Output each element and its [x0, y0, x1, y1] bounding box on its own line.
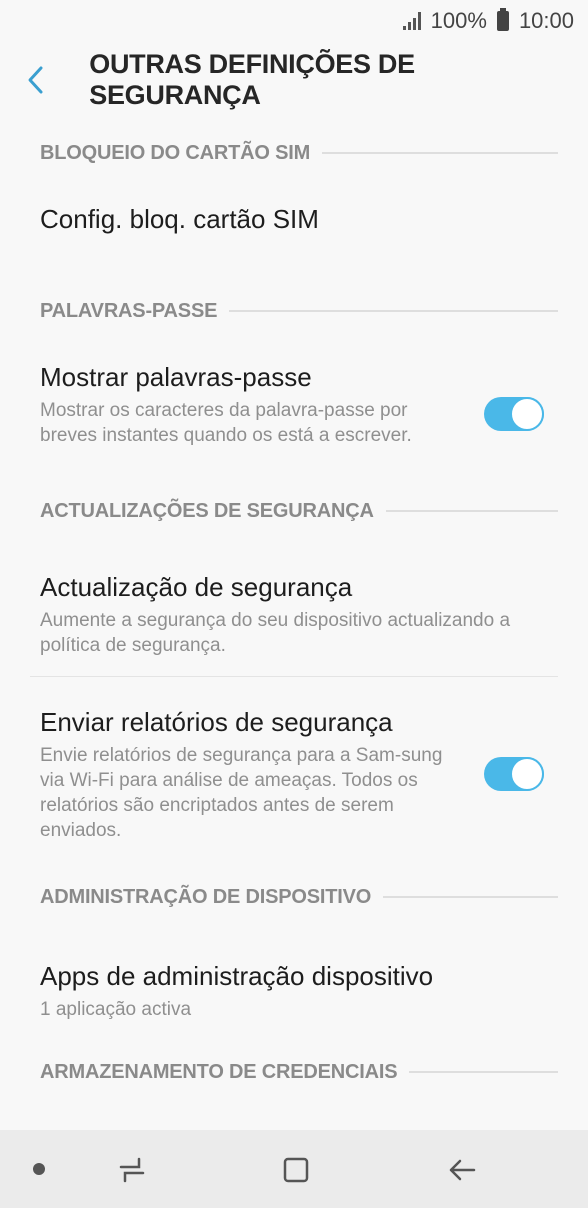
section-sim-lock: BLOQUEIO DO CARTÃO SIM	[0, 118, 588, 188]
item-title: Config. bloq. cartão SIM	[40, 204, 319, 234]
signal-icon	[402, 12, 421, 30]
home-button[interactable]	[276, 1150, 316, 1190]
section-credential-storage: ARMAZENAMENTO DE CREDENCIAIS	[0, 1047, 588, 1097]
send-reports-setting[interactable]: Enviar relatórios de segurança Envie rel…	[0, 677, 588, 877]
toggle-knob	[510, 397, 544, 431]
section-divider	[385, 510, 558, 512]
item-subtitle: Aumente a segurança do seu dispositivo a…	[40, 610, 511, 656]
item-subtitle: Envie relatórios de segurança para a Sam…	[40, 745, 443, 841]
item-title: Actualização de segurança	[40, 572, 353, 602]
item-subtitle: Mostrar os caracteres da palavra-passe p…	[40, 400, 412, 446]
app-header: OUTRAS DEFINIÇÕES DE SEGURANÇA	[0, 42, 588, 118]
battery-icon	[496, 8, 509, 31]
section-passwords: PALAVRAS-PASSE	[0, 276, 588, 346]
section-label: ACTUALIZAÇÕES DE SEGURANÇA	[40, 499, 374, 522]
item-title: Apps de administração dispositivo	[40, 961, 434, 991]
section-label: BLOQUEIO DO CARTÃO SIM	[40, 141, 311, 164]
section-label: ADMINISTRAÇÃO DE DISPOSITIVO	[40, 885, 372, 908]
section-label: PALAVRAS-PASSE	[40, 299, 218, 322]
send-reports-toggle[interactable]	[484, 757, 544, 791]
back-button[interactable]	[0, 42, 69, 118]
sim-lock-setting[interactable]: Config. bloq. cartão SIM	[0, 188, 588, 276]
page-title: OUTRAS DEFINIÇÕES DE SEGURANÇA	[89, 49, 415, 110]
section-label: ARMAZENAMENTO DE CREDENCIAIS	[40, 1060, 398, 1083]
chevron-left-icon	[28, 66, 43, 94]
section-divider	[322, 152, 558, 154]
home-icon	[283, 1157, 309, 1183]
back-arrow-icon	[449, 1159, 476, 1181]
nav-back-button[interactable]	[442, 1150, 482, 1190]
screen: 100% 10:00 OUTRAS DEFINIÇÕES DE SEGURANÇ…	[0, 0, 588, 1208]
settings-list[interactable]: BLOQUEIO DO CARTÃO SIM Config. bloq. car…	[0, 118, 588, 1130]
section-device-admin: ADMINISTRAÇÃO DE DISPOSITIVO	[0, 877, 588, 917]
section-divider	[409, 1071, 558, 1073]
status-bar: 100% 10:00	[0, 0, 588, 42]
item-title: Mostrar palavras-passe	[40, 362, 312, 392]
show-passwords-setting[interactable]: Mostrar palavras-passe Mostrar os caract…	[0, 346, 588, 486]
recents-button[interactable]	[112, 1150, 152, 1190]
show-passwords-toggle[interactable]	[484, 397, 544, 431]
navigation-bar	[0, 1130, 588, 1208]
device-admin-setting[interactable]: Apps de administração dispositivo 1 apli…	[0, 917, 588, 1047]
clock: 10:00	[518, 8, 574, 33]
section-security-updates: ACTUALIZAÇÕES DE SEGURANÇA	[0, 486, 588, 536]
toggle-knob	[510, 757, 544, 791]
section-divider	[383, 896, 558, 898]
recents-icon	[119, 1157, 145, 1183]
item-title: Enviar relatórios de segurança	[40, 707, 393, 737]
item-subtitle: 1 aplicação activa	[40, 999, 192, 1020]
battery-percent: 100%	[430, 8, 487, 33]
nav-dot-icon[interactable]	[33, 1163, 45, 1175]
section-divider	[229, 310, 558, 312]
security-update-setting[interactable]: Actualização de segurança Aumente a segu…	[0, 536, 588, 676]
